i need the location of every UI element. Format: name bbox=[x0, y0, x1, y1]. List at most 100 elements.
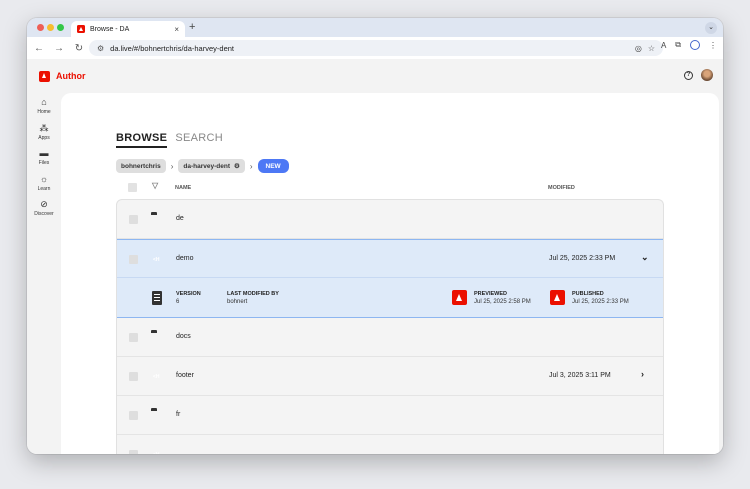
tab-title: Browse - DA bbox=[90, 25, 130, 33]
select-all-checkbox[interactable] bbox=[128, 183, 137, 192]
sidebar: ⌂ Home ⁂ Apps ▬ Files ☼ Learn ⊘ Discover bbox=[27, 97, 61, 225]
item-name[interactable]: fr bbox=[176, 411, 180, 418]
row-checkbox[interactable] bbox=[129, 215, 138, 224]
document-icon bbox=[151, 369, 165, 383]
sidebar-item-discover[interactable]: ⊘ Discover bbox=[27, 199, 61, 225]
sidebar-item-home[interactable]: ⌂ Home bbox=[27, 97, 61, 123]
item-name[interactable]: de bbox=[176, 215, 184, 222]
list-item[interactable]: demo Jul 25, 2025 2:33 PM ⌄ bbox=[117, 239, 663, 278]
extensions-icon[interactable]: ⧉ bbox=[675, 40, 681, 50]
lightbulb-icon: ☼ bbox=[39, 173, 49, 184]
folder-icon: ▬ bbox=[39, 148, 49, 158]
last-modified-value: bohnert bbox=[227, 299, 248, 305]
last-modified-label: LAST MODIFIED BY bbox=[227, 291, 279, 297]
row-checkbox[interactable] bbox=[129, 372, 138, 381]
site-info-icon[interactable]: ⚙ bbox=[97, 44, 104, 53]
tab-browse[interactable]: BROWSE bbox=[116, 132, 168, 148]
row-checkbox[interactable] bbox=[129, 255, 138, 264]
folder-icon bbox=[151, 408, 165, 422]
chevron-down-icon[interactable]: ⌄ bbox=[641, 252, 649, 263]
close-window-button[interactable] bbox=[37, 24, 44, 31]
item-details: VERSION 6 LAST MODIFIED BY bohnert PREVI… bbox=[117, 278, 663, 318]
row-checkbox[interactable] bbox=[129, 333, 138, 342]
version-label: VERSION bbox=[176, 291, 201, 297]
item-name[interactable]: footer bbox=[176, 372, 194, 379]
publish-adobe-icon[interactable] bbox=[550, 290, 565, 305]
document-icon bbox=[151, 252, 165, 266]
version-info: VERSION 6 bbox=[176, 291, 201, 305]
home-icon: ⌂ bbox=[41, 97, 47, 107]
gear-icon[interactable]: ⚙ bbox=[234, 162, 240, 170]
published-info: PUBLISHED Jul 25, 2025 2:33 PM bbox=[572, 291, 629, 305]
tab-search-icon[interactable]: ⌄ bbox=[705, 22, 717, 34]
sidebar-item-apps[interactable]: ⁂ Apps bbox=[27, 123, 61, 149]
tab-strip: Browse - DA × + ⌄ bbox=[27, 18, 723, 37]
breadcrumb-label: da-harvey-dent bbox=[183, 162, 231, 170]
item-name[interactable]: demo bbox=[176, 255, 194, 262]
item-name[interactable]: docs bbox=[176, 333, 191, 340]
chevron-right-icon[interactable]: › bbox=[641, 369, 644, 379]
list-header: ▽ NAME MODIFIED bbox=[116, 181, 664, 195]
breadcrumb-item-org[interactable]: bohnertchris bbox=[116, 159, 166, 173]
view-tabs: BROWSE SEARCH bbox=[116, 132, 223, 148]
back-arrow-icon[interactable]: ← bbox=[33, 43, 45, 54]
sidebar-item-label: Learn bbox=[37, 185, 51, 192]
tab-search[interactable]: SEARCH bbox=[175, 132, 223, 148]
breadcrumb: bohnertchris › da-harvey-dent ⚙ › NEW bbox=[116, 159, 289, 173]
list-item[interactable]: fr bbox=[117, 396, 663, 435]
browser-tab[interactable]: Browse - DA × bbox=[71, 21, 185, 37]
filter-icon[interactable]: ▽ bbox=[152, 181, 158, 190]
bookmark-star-icon[interactable]: ☆ bbox=[648, 44, 655, 53]
last-modified-info: LAST MODIFIED BY bohnert bbox=[227, 291, 279, 305]
minimize-window-button[interactable] bbox=[47, 24, 54, 31]
versions-icon[interactable] bbox=[152, 291, 162, 305]
column-header-modified[interactable]: MODIFIED bbox=[548, 185, 575, 191]
apps-icon: ⁂ bbox=[39, 122, 49, 133]
eye-off-icon[interactable]: ◎ bbox=[635, 44, 642, 53]
list-item[interactable]: de bbox=[117, 200, 663, 239]
maximize-window-button[interactable] bbox=[57, 24, 64, 31]
breadcrumb-label: bohnertchris bbox=[121, 162, 161, 170]
app-header: Author ? bbox=[27, 59, 723, 93]
compass-icon: ⊘ bbox=[40, 199, 48, 209]
forward-arrow-icon[interactable]: → bbox=[53, 43, 65, 54]
help-icon[interactable]: ? bbox=[684, 71, 693, 80]
list-item[interactable]: docs bbox=[117, 318, 663, 357]
preview-adobe-icon[interactable] bbox=[452, 290, 467, 305]
published-label: PUBLISHED bbox=[572, 291, 604, 297]
sidebar-item-files[interactable]: ▬ Files bbox=[27, 148, 61, 174]
profile-icon[interactable] bbox=[690, 40, 700, 50]
row-checkbox[interactable] bbox=[129, 411, 138, 420]
list-item[interactable]: footer Jul 3, 2025 3:11 PM › bbox=[117, 357, 663, 396]
previewed-value: Jul 25, 2025 2:58 PM bbox=[474, 299, 531, 305]
document-icon bbox=[151, 447, 165, 454]
sidebar-item-label: Apps bbox=[38, 134, 50, 141]
app: Author ? ⌂ Home ⁂ Apps ▬ Files ☼ Learn ⊘ bbox=[27, 59, 723, 454]
browse-panel: BROWSE SEARCH bohnertchris › da-harvey-d… bbox=[61, 93, 719, 454]
published-value: Jul 25, 2025 2:33 PM bbox=[572, 299, 629, 305]
avatar[interactable] bbox=[701, 69, 713, 81]
close-tab-icon[interactable]: × bbox=[174, 25, 179, 34]
sidebar-item-label: Discover bbox=[34, 211, 54, 217]
folder-icon bbox=[151, 212, 165, 226]
sidebar-item-learn[interactable]: ☼ Learn bbox=[27, 174, 61, 200]
reload-icon[interactable]: ↻ bbox=[73, 43, 85, 54]
menu-kebab-icon[interactable]: ⋮ bbox=[709, 41, 717, 50]
brand-name[interactable]: Author bbox=[56, 71, 86, 81]
new-button[interactable]: NEW bbox=[257, 159, 289, 173]
translate-icon[interactable]: A bbox=[661, 41, 666, 50]
column-header-name[interactable]: NAME bbox=[175, 185, 191, 191]
item-modified: Jul 3, 2025 3:11 PM bbox=[549, 372, 611, 379]
toolbar-right: A ⧉ ⋮ bbox=[661, 40, 717, 50]
list-item[interactable] bbox=[117, 435, 663, 454]
adobe-logo-icon[interactable] bbox=[39, 70, 50, 82]
address-bar[interactable]: ⚙ da.live/#/bohnertchris/da-harvey-dent … bbox=[89, 40, 663, 56]
file-list: de demo Jul 25, 2025 2:33 PM ⌄ VERSION 6 bbox=[116, 199, 664, 454]
browser-window: Browse - DA × + ⌄ ← → ↻ ⚙ da.live/#/bohn… bbox=[27, 18, 723, 454]
breadcrumb-item-site[interactable]: da-harvey-dent ⚙ bbox=[178, 159, 245, 173]
new-tab-button[interactable]: + bbox=[189, 21, 195, 33]
version-value: 6 bbox=[176, 299, 180, 305]
folder-icon bbox=[151, 330, 165, 344]
row-checkbox[interactable] bbox=[129, 450, 138, 454]
url-text[interactable]: da.live/#/bohnertchris/da-harvey-dent bbox=[110, 44, 629, 53]
